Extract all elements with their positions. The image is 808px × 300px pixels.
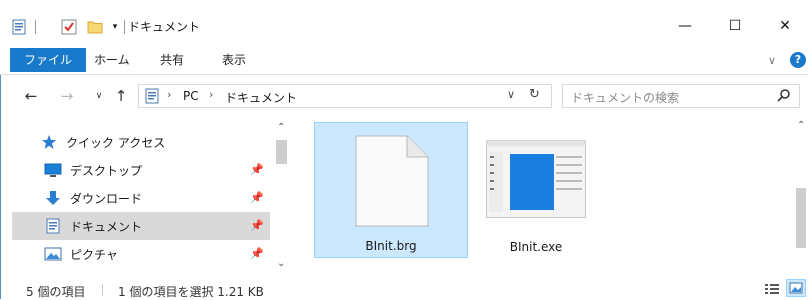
search-input[interactable]: ドキュメントの検索: [571, 89, 679, 106]
picture-icon: [44, 245, 62, 263]
large-icons-view-icon[interactable]: [786, 279, 806, 297]
pin-icon[interactable]: 📌: [250, 191, 264, 204]
status-divider: [102, 284, 103, 296]
nav-item-quick-access[interactable]: クイック アクセス: [12, 128, 270, 156]
chevron-right-icon[interactable]: ›: [167, 88, 171, 101]
download-icon: [44, 189, 62, 207]
scroll-up-icon[interactable]: ⌃: [797, 120, 805, 131]
quick-access-divider: [35, 20, 36, 34]
scroll-down-icon[interactable]: ⌄: [277, 258, 285, 269]
nav-item-pictures[interactable]: ピクチャ 📌: [12, 240, 270, 268]
minimize-button[interactable]: —: [662, 8, 708, 44]
pc-location-icon: [145, 88, 159, 107]
nav-label: クイック アクセス: [66, 135, 166, 150]
expand-ribbon-icon[interactable]: ∨: [768, 54, 776, 67]
pin-icon[interactable]: 📌: [250, 163, 264, 176]
generic-file-icon: [355, 135, 429, 230]
selection-info: 1 個の項目を選択 1.21 KB: [118, 285, 264, 299]
breadcrumb-documents[interactable]: ドキュメント: [225, 89, 297, 106]
close-button[interactable]: ✕: [762, 8, 808, 44]
address-history-icon[interactable]: ∨: [507, 88, 515, 101]
nav-label: ドキュメント: [70, 219, 143, 234]
desktop-icon: [44, 161, 62, 179]
file-item-brg[interactable]: BInit.brg: [314, 122, 468, 258]
title-divider: [124, 20, 125, 34]
search-icon[interactable]: [777, 88, 791, 105]
pin-icon[interactable]: 📌: [250, 247, 264, 260]
tab-share[interactable]: 共有: [148, 48, 196, 72]
address-bar[interactable]: › PC › ドキュメント ∨ ↻: [138, 84, 552, 108]
navigation-pane: クイック アクセス デスクトップ 📌 ダウンロード 📌 ドキュメント 📌 ピクチ…: [0, 118, 296, 275]
nav-label: ダウンロード: [70, 191, 143, 206]
content-scrollbar[interactable]: ⌃: [794, 118, 808, 275]
pin-icon[interactable]: 📌: [250, 219, 264, 232]
help-icon[interactable]: ?: [790, 52, 806, 68]
details-view-icon[interactable]: [764, 282, 780, 299]
status-bar: 5 個の項目 1 個の項目を選択 1.21 KB: [0, 277, 808, 299]
up-button[interactable]: ↑: [112, 87, 130, 105]
checkbox-icon[interactable]: [60, 18, 78, 36]
scrollbar-thumb[interactable]: [796, 188, 806, 248]
exe-window-icon: [486, 140, 586, 221]
file-name: BInit.brg: [365, 239, 417, 253]
properties-icon[interactable]: [11, 18, 27, 36]
title-bar: ▾ ドキュメント — ☐ ✕: [0, 0, 808, 44]
nav-item-desktop[interactable]: デスクトップ 📌: [12, 156, 270, 184]
chevron-right-icon[interactable]: ›: [209, 88, 213, 101]
nav-item-downloads[interactable]: ダウンロード 📌: [12, 184, 270, 212]
tab-view[interactable]: 表示: [210, 48, 258, 72]
nav-label: デスクトップ: [70, 163, 143, 178]
file-view: BInit.brg BInit.exe: [296, 118, 794, 275]
nav-item-documents[interactable]: ドキュメント 📌: [12, 212, 270, 240]
file-item-exe[interactable]: BInit.exe: [484, 122, 588, 258]
file-name: BInit.exe: [509, 240, 563, 254]
refresh-icon[interactable]: ↻: [529, 87, 540, 102]
new-folder-icon[interactable]: [86, 18, 104, 36]
ribbon-tabs: ファイル ホーム 共有 表示 ∨ ?: [0, 44, 808, 75]
nav-label: ピクチャ: [70, 247, 118, 262]
tab-file[interactable]: ファイル: [10, 48, 87, 72]
nav-scrollbar[interactable]: ⌃ ⌄: [272, 118, 292, 275]
address-row: ← → ∨ ↑ › PC › ドキュメント ∨ ↻ ドキュメントの検索: [0, 75, 808, 117]
maximize-button[interactable]: ☐: [712, 8, 758, 44]
search-box[interactable]: ドキュメントの検索: [562, 84, 800, 108]
scrollbar-thumb[interactable]: [276, 140, 287, 164]
document-icon: [44, 217, 62, 235]
item-count: 5 個の項目: [26, 285, 86, 299]
customize-toolbar-icon[interactable]: ▾: [108, 18, 122, 36]
window-title: ドキュメント: [128, 20, 201, 34]
breadcrumb-pc[interactable]: PC: [183, 89, 199, 103]
recent-locations-icon[interactable]: ∨: [90, 87, 108, 105]
back-button[interactable]: ←: [22, 87, 40, 105]
forward-button[interactable]: →: [58, 87, 76, 105]
tab-home[interactable]: ホーム: [82, 48, 142, 72]
scroll-up-icon[interactable]: ⌃: [277, 122, 285, 133]
star-icon: [40, 133, 58, 151]
